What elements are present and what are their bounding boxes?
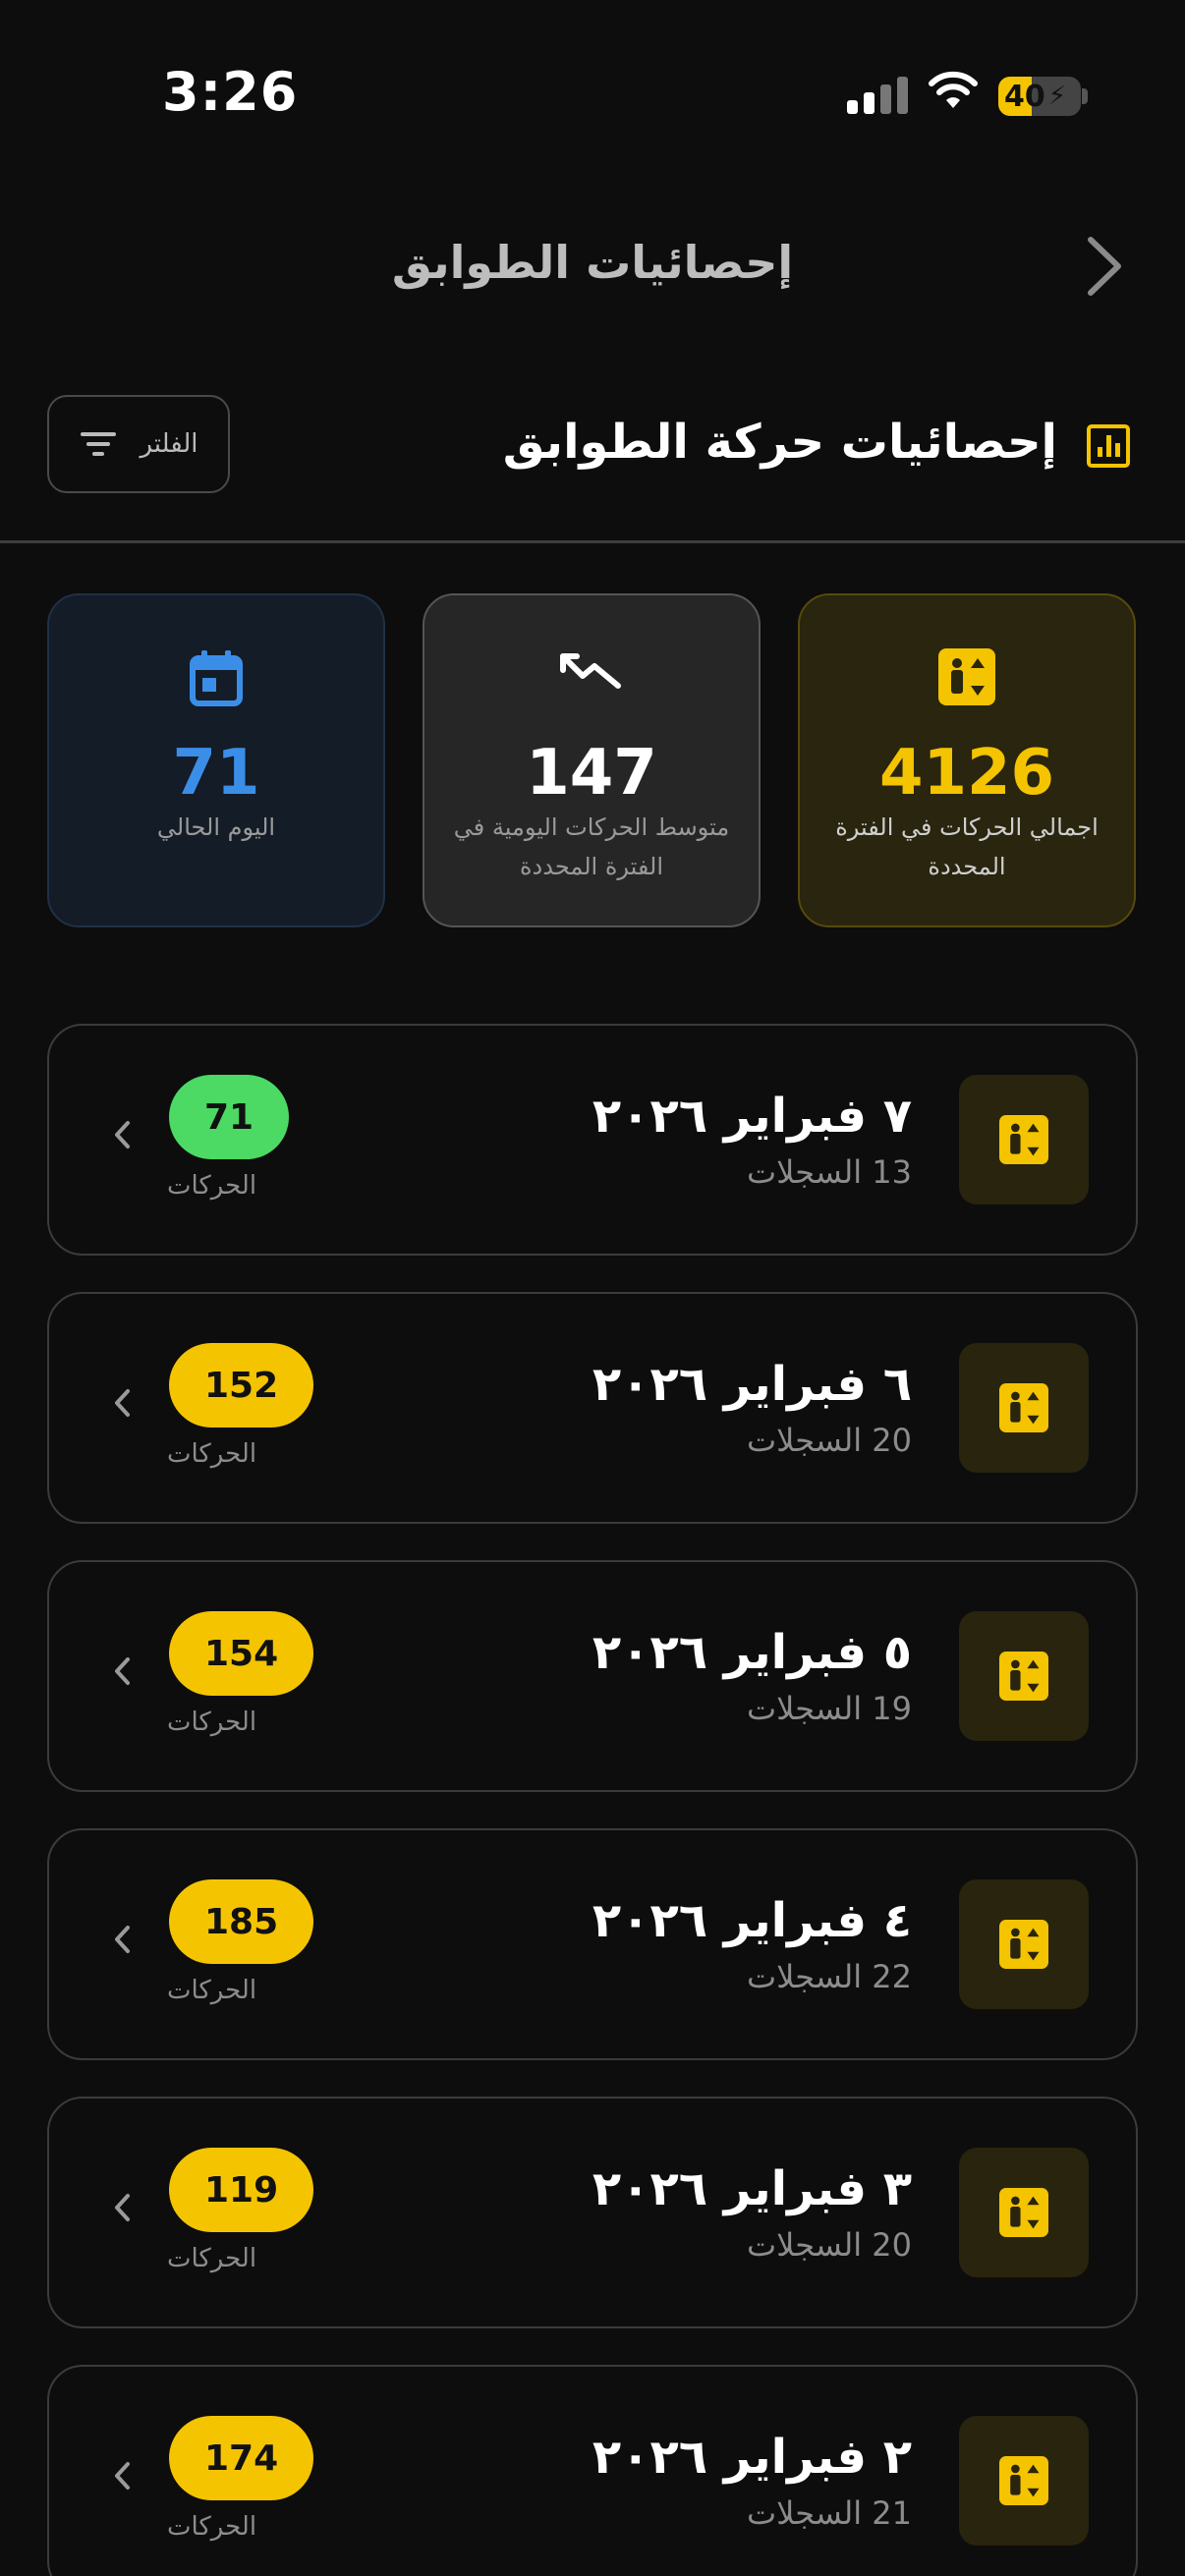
- stat-card-total: 4126 اجمالي الحركات في الفترة المحددة: [798, 593, 1136, 927]
- day-records: 13 السجلات: [747, 1153, 912, 1191]
- day-records: 19 السجلات: [747, 1690, 912, 1727]
- moves-badge: 71: [169, 1075, 290, 1159]
- screen: 3:26 40 ⚡ إحصائيات الطوابق الفلتر إحصائي…: [0, 0, 1185, 2576]
- battery-icon: 40 ⚡: [998, 77, 1081, 116]
- page-title: إحصائيات الطوابق: [391, 236, 794, 289]
- calendar-icon: [190, 650, 243, 706]
- day-row[interactable]: ٧ فبراير ٢٠٢٦ 13 السجلات 71 الحركات: [47, 1024, 1138, 1256]
- day-records: 20 السجلات: [747, 2226, 912, 2264]
- chevron-left-icon: [115, 1657, 130, 1685]
- elevator-tile: [959, 2148, 1089, 2277]
- filter-label: الفلتر: [140, 429, 198, 459]
- trending-icon: [560, 653, 621, 689]
- chevron-left-icon: [115, 1121, 130, 1148]
- back-chevron-icon[interactable]: [1079, 232, 1128, 301]
- day-row[interactable]: ٤ فبراير ٢٠٢٦ 22 السجلات 185 الحركات: [47, 1828, 1138, 2060]
- chevron-left-icon: [115, 1926, 130, 1953]
- cellular-signal-icon: [847, 77, 908, 114]
- chevron-left-icon: [115, 2462, 130, 2490]
- elevator-icon: [999, 1920, 1048, 1969]
- stat-total-value: 4126: [878, 737, 1055, 810]
- day-date: ٦ فبراير ٢٠٢٦: [592, 1357, 912, 1412]
- wifi-icon: [929, 71, 978, 108]
- stat-today-value: 71: [172, 737, 260, 810]
- moves-label: الحركات: [167, 1171, 257, 1201]
- bar-chart-icon: [1087, 424, 1130, 468]
- moves-label: الحركات: [167, 1708, 257, 1737]
- moves-label: الحركات: [167, 1976, 257, 2005]
- status-time: 3:26: [162, 61, 299, 123]
- day-row[interactable]: ٢ فبراير ٢٠٢٦ 21 السجلات 174 الحركات: [47, 2365, 1138, 2576]
- battery-level: 40: [1004, 79, 1045, 114]
- stat-today-label: اليوم الحالي: [156, 813, 276, 841]
- elevator-tile: [959, 1343, 1089, 1473]
- section-title: إحصائيات حركة الطوابق: [502, 415, 1057, 470]
- filter-button[interactable]: الفلتر: [47, 395, 230, 493]
- elevator-icon: [999, 1383, 1048, 1432]
- day-row[interactable]: ٥ فبراير ٢٠٢٦ 19 السجلات 154 الحركات: [47, 1560, 1138, 1792]
- day-date: ٣ فبراير ٢٠٢٦: [592, 2161, 912, 2216]
- day-date: ٤ فبراير ٢٠٢٦: [592, 1893, 912, 1948]
- moves-badge: 185: [169, 1879, 314, 1964]
- day-records: 21 السجلات: [747, 2494, 912, 2532]
- elevator-icon: [999, 2188, 1048, 2237]
- elevator-tile: [959, 1879, 1089, 2009]
- elevator-tile: [959, 1075, 1089, 1204]
- elevator-tile: [959, 1611, 1089, 1741]
- elevator-tile: [959, 2416, 1089, 2546]
- day-records: 22 السجلات: [747, 1958, 912, 1995]
- divider: [0, 540, 1185, 543]
- day-records: 20 السجلات: [747, 1422, 912, 1459]
- day-date: ٢ فبراير ٢٠٢٦: [592, 2430, 912, 2485]
- day-row[interactable]: ٦ فبراير ٢٠٢٦ 20 السجلات 152 الحركات: [47, 1292, 1138, 1524]
- moves-badge: 154: [169, 1611, 314, 1696]
- stat-average-label: متوسط الحركات اليومية في الفترة المحددة: [453, 813, 730, 880]
- elevator-icon: [999, 2456, 1048, 2505]
- moves-label: الحركات: [167, 2512, 257, 2542]
- day-row[interactable]: ٣ فبراير ٢٠٢٦ 20 السجلات 119 الحركات: [47, 2097, 1138, 2328]
- filter-lines-icon: [81, 432, 117, 456]
- day-date: ٧ فبراير ٢٠٢٦: [592, 1089, 912, 1144]
- moves-badge: 174: [169, 2416, 314, 2500]
- stat-average-value: 147: [526, 737, 657, 810]
- moves-badge: 152: [169, 1343, 314, 1428]
- chevron-left-icon: [115, 1389, 130, 1417]
- elevator-icon: [999, 1115, 1048, 1164]
- elevator-icon: [999, 1652, 1048, 1701]
- stat-total-label: اجمالي الحركات في الفترة المحددة: [835, 813, 1099, 880]
- stat-card-average: 147 متوسط الحركات اليومية في الفترة المح…: [423, 593, 761, 927]
- moves-label: الحركات: [167, 2244, 257, 2273]
- chevron-left-icon: [115, 2194, 130, 2221]
- moves-badge: 119: [169, 2148, 314, 2232]
- stat-card-today: 71 اليوم الحالي: [47, 593, 385, 927]
- moves-label: الحركات: [167, 1439, 257, 1469]
- elevator-icon: [938, 648, 995, 705]
- day-date: ٥ فبراير ٢٠٢٦: [592, 1625, 912, 1680]
